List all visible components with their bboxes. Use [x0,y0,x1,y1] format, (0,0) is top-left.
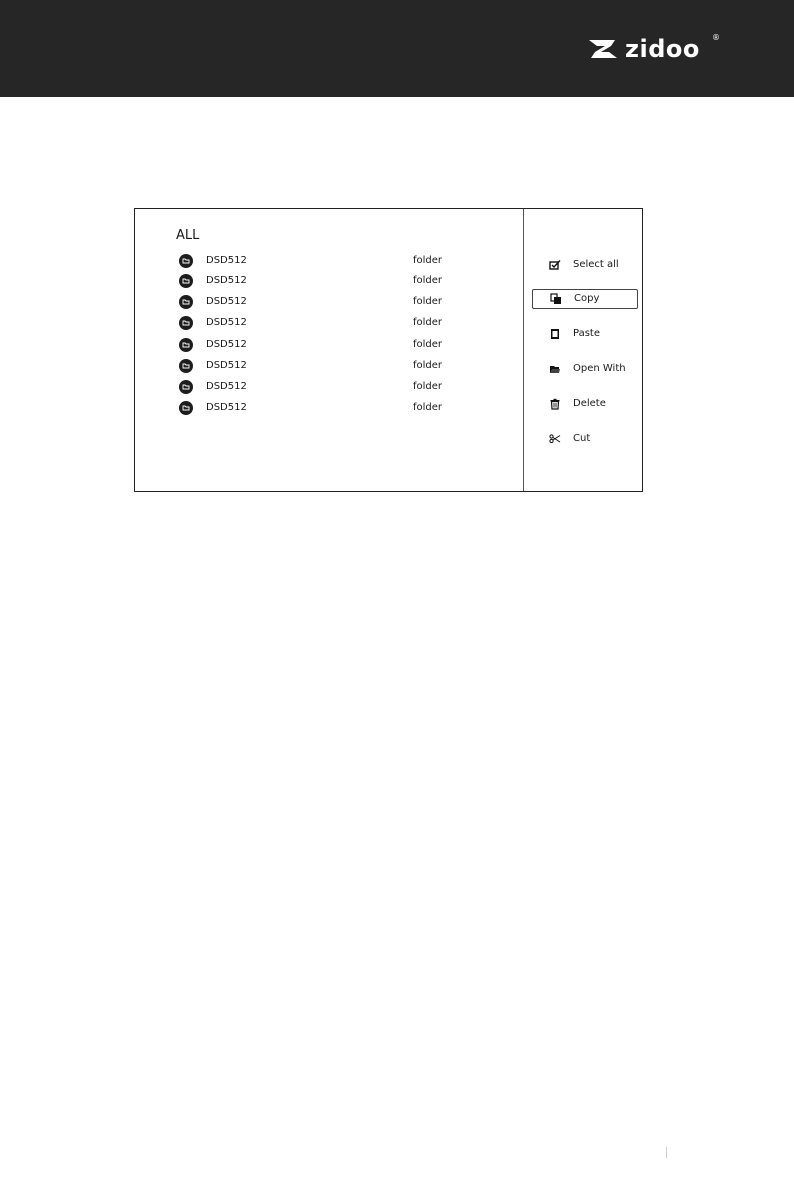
folder-icon [179,274,193,288]
item-name: DSD512 [206,275,247,286]
folder-icon [179,316,193,330]
registered-mark: ® [712,33,720,42]
item-type: folder [413,381,443,392]
menu-label: Open With [573,363,626,374]
item-name: DSD512 [206,381,247,392]
list-item[interactable]: DSD512 folder [179,400,479,416]
trash-icon [550,398,560,410]
scissors-icon [549,434,561,444]
menu-label: Copy [574,293,600,304]
menu-label: Paste [573,328,600,339]
item-name: DSD512 [206,296,247,307]
folder-icon [179,359,193,373]
folder-icon [179,380,193,394]
header-bar: zidoo ® [0,0,794,97]
menu-copy[interactable]: Copy [532,289,638,309]
menu-label: Select all [573,259,619,270]
menu-label: Delete [573,398,606,409]
menu-delete[interactable]: Delete [532,394,638,414]
item-name: DSD512 [206,317,247,328]
item-name: DSD512 [206,255,247,266]
list-item[interactable]: DSD512 folder [179,379,479,395]
list-title: ALL [176,228,200,243]
zidoo-logo: zidoo [585,34,700,64]
list-item[interactable]: DSD512 folder [179,337,479,353]
item-name: DSD512 [206,360,247,371]
page-marker [666,1147,667,1158]
menu-select-all[interactable]: Select all [532,255,638,275]
folder-icon [179,295,193,309]
menu-open-with[interactable]: Open With [532,359,638,379]
brand-name: zidoo [625,35,700,63]
folder-icon [179,338,193,352]
item-name: DSD512 [206,402,247,413]
copy-icon [550,293,561,304]
item-type: folder [413,339,443,350]
open-with-icon [550,366,560,373]
item-type: folder [413,360,443,371]
menu-cut[interactable]: Cut [532,429,638,449]
list-item[interactable]: DSD512 folder [179,315,479,331]
menu-label: Cut [573,433,591,444]
paste-icon [551,329,559,339]
list-item[interactable]: DSD512 folder [179,253,479,269]
item-type: folder [413,296,443,307]
menu-paste[interactable]: Paste [532,324,638,344]
item-type: folder [413,317,443,328]
list-item[interactable]: DSD512 folder [179,358,479,374]
item-type: folder [413,402,443,413]
item-name: DSD512 [206,339,247,350]
folder-icon [179,254,193,268]
panel-divider [523,209,524,491]
item-type: folder [413,255,443,266]
list-item[interactable]: DSD512 folder [179,273,479,289]
zidoo-logo-icon [589,40,617,58]
list-item[interactable]: DSD512 folder [179,294,479,310]
folder-icon [179,401,193,415]
file-browser-panel: ALL DSD512 folder DSD512 folder DSD512 f… [134,208,643,492]
item-type: folder [413,275,443,286]
checkbox-icon [549,260,561,270]
